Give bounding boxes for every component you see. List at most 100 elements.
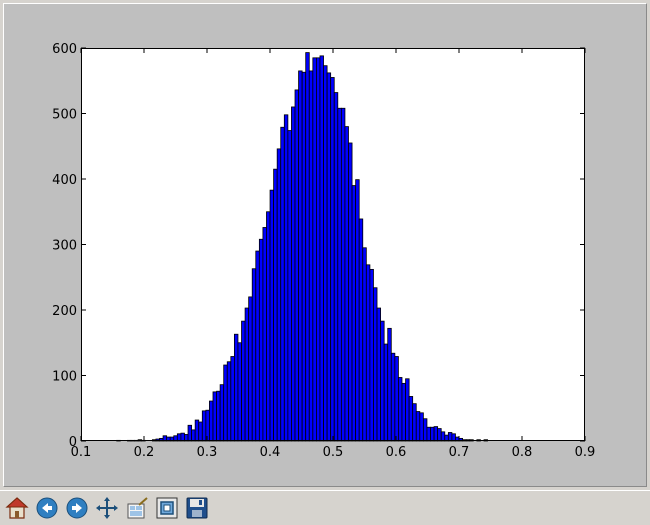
histogram-bar (323, 65, 328, 442)
histogram-bar (333, 92, 339, 442)
histogram-bar (262, 227, 267, 442)
histogram-bar (176, 433, 182, 442)
x-tick-label: 0.6 (386, 445, 407, 460)
histogram-bar (390, 352, 396, 442)
y-tick-label: 500 (52, 108, 77, 123)
histogram-bar (376, 307, 381, 442)
forward-button[interactable] (63, 494, 91, 522)
histogram-bar (301, 71, 307, 442)
histogram-bar (326, 72, 332, 442)
histogram-bar (283, 114, 289, 442)
histogram-bar (187, 424, 193, 442)
histogram-bar (287, 130, 292, 442)
back-button[interactable] (33, 494, 61, 522)
histogram-bar (248, 296, 253, 442)
subplots-icon (127, 497, 148, 519)
histogram-bar (387, 327, 392, 442)
histogram-bar (273, 168, 278, 442)
x-tick-label: 0.4 (260, 445, 281, 460)
histogram-bar (258, 238, 264, 442)
histogram-bar (415, 411, 421, 442)
histogram-bar (209, 400, 214, 442)
histogram-bar (226, 361, 232, 442)
save-icon (186, 497, 208, 519)
histogram-bar (233, 333, 239, 442)
histogram-bar (337, 107, 342, 442)
home-icon (5, 497, 29, 519)
x-tick-label: 0.3 (197, 445, 218, 460)
histogram-bar (447, 432, 453, 442)
navigation-toolbar (0, 490, 650, 525)
home-button[interactable] (3, 494, 31, 522)
histogram-bar (308, 70, 314, 442)
histogram-bar (180, 432, 185, 442)
histogram-bar (194, 419, 200, 442)
histogram-bar (244, 307, 250, 442)
histogram-bar (191, 429, 196, 442)
histogram-bar (405, 378, 410, 442)
histogram-bar (319, 55, 324, 442)
configure-subplots-button[interactable] (123, 494, 151, 522)
histogram-bar (280, 126, 285, 442)
zoom-button[interactable] (153, 494, 181, 522)
x-tick-label: 0.7 (449, 445, 470, 460)
histogram-bar (373, 287, 378, 442)
histogram-bar (422, 418, 428, 442)
y-tick-label: 100 (52, 370, 77, 385)
histogram-bar (380, 320, 385, 442)
histogram-bar (316, 57, 321, 442)
save-button[interactable] (183, 494, 211, 522)
histogram-bar (369, 268, 374, 442)
plot-window: 0.1 0.2 0.3 0.4 0.5 0.6 0.7 0.8 0.9 0 100 200 300 40… (0, 0, 650, 525)
y-tick-label: 300 (52, 239, 77, 254)
histogram-bar (269, 189, 275, 442)
histogram-bar (223, 364, 228, 442)
histogram-bar (198, 421, 203, 442)
histogram-bar (355, 179, 360, 442)
y-tick-label: 0 (69, 435, 77, 450)
histogram-bar (205, 409, 210, 442)
histogram-bar (298, 70, 303, 442)
histogram-bar (212, 391, 217, 442)
histogram-bar (344, 126, 349, 442)
zoom-icon (156, 497, 178, 519)
x-tick-label: 0.8 (512, 445, 533, 460)
histogram-bar (358, 218, 364, 442)
histogram-bar (362, 247, 367, 442)
histogram-bar (255, 250, 260, 442)
histogram-bar (426, 426, 431, 442)
histogram-bar (340, 107, 346, 442)
histogram-bar (291, 106, 296, 442)
histogram-bar (398, 377, 403, 442)
y-tick-label: 200 (52, 304, 77, 319)
pan-icon (96, 497, 118, 519)
histogram-bar (430, 426, 435, 442)
histogram-bar (305, 52, 310, 442)
histogram-bar (401, 382, 406, 442)
y-tick-label: 600 (52, 42, 77, 57)
histogram-chart: 0.1 0.2 0.3 0.4 0.5 0.6 0.7 0.8 0.9 010020030040… (52, 42, 596, 460)
histogram-bar (266, 211, 271, 442)
histogram-bar (312, 57, 317, 442)
histogram-bar (351, 185, 357, 442)
histogram-bar (383, 343, 389, 442)
histogram-bar (412, 403, 417, 442)
pan-button[interactable] (93, 494, 121, 522)
histogram-bar (294, 89, 299, 442)
histogram-bar (276, 148, 282, 442)
x-tick-label: 0.9 (575, 445, 596, 460)
x-tick-label: 0.5 (323, 445, 344, 460)
histogram-bar (451, 433, 456, 442)
histogram-bar (241, 320, 246, 442)
histogram-bar (219, 384, 225, 442)
histogram-bar (394, 356, 399, 442)
histogram-bar (419, 412, 424, 442)
histogram-bar (365, 264, 371, 442)
histogram-bar (437, 428, 442, 442)
histogram-bar (216, 390, 221, 442)
histogram-bar (348, 142, 353, 442)
histogram-bar (330, 77, 335, 442)
back-icon (36, 497, 58, 519)
x-tick-label: 0.2 (134, 445, 155, 460)
histogram-bar (237, 342, 242, 442)
